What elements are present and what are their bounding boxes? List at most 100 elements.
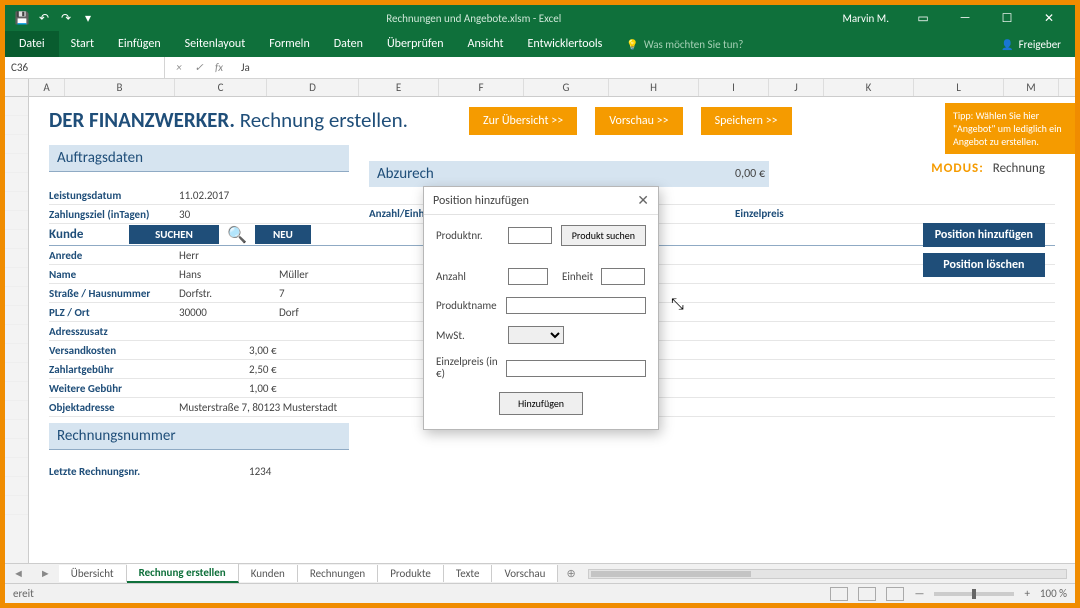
overview-button[interactable]: Zur Übersicht >> — [469, 107, 577, 135]
tab-entwicklertools[interactable]: Entwicklertools — [516, 31, 615, 57]
dialog-close-icon[interactable]: ✕ — [637, 192, 649, 209]
kunde-suchen-button[interactable]: SUCHEN — [129, 225, 219, 244]
sheet-tab-uebersicht[interactable]: Übersicht — [59, 565, 127, 582]
save-button[interactable]: Speichern >> — [701, 107, 792, 135]
modus-value[interactable]: Rechnung — [993, 161, 1045, 176]
versandkosten-value[interactable]: 3,00 € — [249, 344, 277, 357]
anrede-value[interactable]: Herr — [179, 249, 279, 262]
strasse-label: Straße / Hausnummer — [49, 287, 179, 300]
mwst-select[interactable] — [508, 326, 564, 344]
name-vorname[interactable]: Hans — [179, 268, 279, 281]
page-layout-view-icon[interactable] — [858, 587, 876, 601]
col-d[interactable]: D — [267, 79, 359, 96]
add-sheet-icon[interactable]: ⊕ — [558, 567, 583, 580]
col-f[interactable]: F — [439, 79, 524, 96]
col-e[interactable]: E — [359, 79, 439, 96]
col-h[interactable]: H — [609, 79, 699, 96]
tab-start[interactable]: Start — [59, 31, 106, 57]
tell-me-search[interactable]: Was möchten Sie tun? — [614, 38, 755, 51]
tab-einfuegen[interactable]: Einfügen — [106, 31, 173, 57]
letzte-rechnungsnr-value[interactable]: 1234 — [249, 465, 271, 478]
anzahl-input[interactable] — [508, 268, 548, 285]
undo-icon[interactable]: ↶ — [37, 11, 51, 25]
produkt-suchen-button[interactable]: Produkt suchen — [561, 225, 646, 246]
tab-seitenlayout[interactable]: Seitenlayout — [173, 31, 258, 57]
sheet-tab-produkte[interactable]: Produkte — [378, 565, 444, 582]
hausnummer-value[interactable]: 7 — [279, 287, 285, 300]
account-username[interactable]: Marvin M. — [842, 12, 889, 25]
col-g[interactable]: G — [524, 79, 609, 96]
sheet-tab-kunden[interactable]: Kunden — [239, 565, 298, 582]
fx-icon[interactable]: fx — [211, 61, 227, 74]
einheit-label: Einheit — [562, 270, 593, 283]
col-b[interactable]: B — [65, 79, 175, 96]
name-nachname[interactable]: Müller — [279, 268, 309, 281]
status-bar: ereit — + 100 % — [5, 583, 1075, 603]
name-label: Name — [49, 268, 179, 281]
objektadresse-value[interactable]: Musterstraße 7, 80123 Musterstadt — [179, 401, 337, 414]
cancel-formula-icon[interactable]: × — [171, 61, 187, 74]
sheet-nav-prev-icon[interactable]: ◄ — [5, 567, 32, 580]
col-j[interactable]: J — [769, 79, 824, 96]
sheet-tab-rechnung-erstellen[interactable]: Rechnung erstellen — [127, 564, 239, 583]
leistungsdatum-value[interactable]: 11.02.2017 — [179, 189, 279, 202]
mwst-label: MwSt. — [436, 329, 500, 342]
col-m[interactable]: M — [1004, 79, 1059, 96]
col-i[interactable]: I — [699, 79, 769, 96]
brand-title: DER FINANZWERKER. — [49, 107, 235, 133]
save-icon[interactable]: 💾 — [15, 11, 29, 25]
sheet-tab-rechnungen[interactable]: Rechnungen — [298, 565, 378, 582]
produktname-input[interactable] — [506, 297, 646, 314]
col-c[interactable]: C — [175, 79, 267, 96]
maximize-button[interactable]: ☐ — [989, 5, 1025, 31]
enter-formula-icon[interactable]: ✓ — [191, 61, 207, 74]
weitere-gebuehr-value[interactable]: 1,00 € — [249, 382, 277, 395]
select-all-cell[interactable] — [5, 79, 29, 96]
tab-ueberpruefen[interactable]: Überprüfen — [375, 31, 456, 57]
add-position-button[interactable]: Position hinzufügen — [923, 223, 1045, 247]
horizontal-scrollbar[interactable] — [588, 569, 1067, 579]
col-a[interactable]: A — [29, 79, 65, 96]
col-k[interactable]: K — [824, 79, 914, 96]
hinzufuegen-button[interactable]: Hinzufügen — [499, 392, 583, 415]
sheet-tab-texte[interactable]: Texte — [444, 565, 493, 582]
zoom-in-icon[interactable]: + — [1024, 587, 1029, 600]
sheet-nav-next-icon[interactable]: ► — [32, 567, 59, 580]
name-box[interactable]: C36 — [5, 57, 165, 78]
col-l[interactable]: L — [914, 79, 1004, 96]
file-tab[interactable]: Datei — [5, 31, 59, 57]
zoom-level[interactable]: 100 % — [1040, 587, 1067, 600]
sheet-tab-vorschau[interactable]: Vorschau — [492, 565, 558, 582]
ort-value[interactable]: Dorf — [279, 306, 299, 319]
normal-view-icon[interactable] — [830, 587, 848, 601]
delete-position-button[interactable]: Position löschen — [923, 253, 1045, 277]
strasse-value[interactable]: Dorfstr. — [179, 287, 279, 300]
produktnr-input[interactable] — [508, 227, 552, 244]
zahlartgebuehr-value[interactable]: 2,50 € — [249, 363, 277, 376]
search-icon[interactable]: 🔍 — [227, 225, 247, 245]
ribbon: Datei Start Einfügen Seitenlayout Formel… — [5, 31, 1075, 57]
close-button[interactable]: ✕ — [1031, 5, 1067, 31]
ribbon-options-icon[interactable]: ▭ — [905, 5, 941, 31]
tab-ansicht[interactable]: Ansicht — [456, 31, 516, 57]
hint-callout: Tipp: Wählen Sie hier "Angebot" um ledig… — [945, 103, 1075, 154]
objektadresse-label: Objektadresse — [49, 401, 179, 414]
preview-button[interactable]: Vorschau >> — [595, 107, 682, 135]
qat-dropdown-icon[interactable]: ▾ — [81, 11, 95, 25]
zoom-out-icon[interactable]: — — [914, 587, 924, 600]
produktname-label: Produktname — [436, 299, 498, 312]
minimize-button[interactable]: — — [947, 5, 983, 31]
share-button[interactable]: Freigeber — [987, 38, 1075, 51]
tab-daten[interactable]: Daten — [322, 31, 375, 57]
col-einzelpreis: Einzelpreis — [735, 207, 784, 220]
redo-icon[interactable]: ↷ — [59, 11, 73, 25]
tab-formeln[interactable]: Formeln — [257, 31, 321, 57]
einheit-input[interactable] — [601, 268, 645, 285]
einzelpreis-input[interactable] — [506, 360, 646, 377]
zoom-slider[interactable] — [934, 592, 1014, 596]
kunde-neu-button[interactable]: NEU — [255, 225, 311, 244]
formula-value[interactable]: Ja — [233, 61, 250, 74]
zahlungsziel-value[interactable]: 30 — [179, 208, 279, 221]
plz-value[interactable]: 30000 — [179, 306, 279, 319]
page-break-view-icon[interactable] — [886, 587, 904, 601]
